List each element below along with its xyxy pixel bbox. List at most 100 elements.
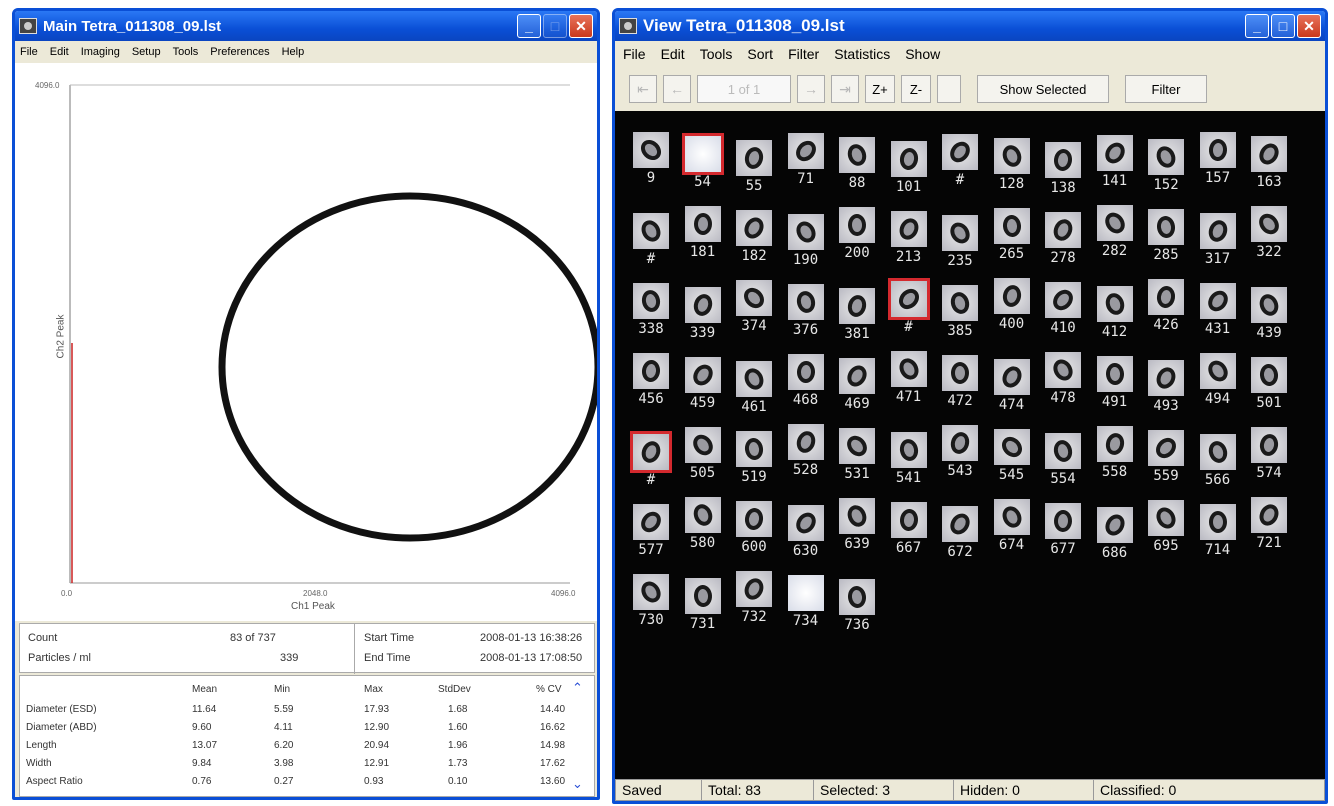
particle-image[interactable]: [993, 429, 1030, 465]
particle-thumbnail[interactable]: 695: [1144, 500, 1188, 554]
particle-image[interactable]: [1148, 430, 1184, 466]
particle-image[interactable]: [1096, 507, 1133, 543]
particle-thumbnail[interactable]: 531: [835, 428, 879, 482]
particle-thumbnail[interactable]: 468: [784, 354, 828, 408]
particle-thumbnail[interactable]: #: [629, 213, 673, 267]
menu-preferences[interactable]: Preferences: [210, 46, 269, 58]
particle-image[interactable]: [839, 358, 875, 394]
gate-region[interactable]: [218, 192, 597, 542]
particle-thumbnail[interactable]: 182: [732, 210, 776, 264]
particle-image[interactable]: [1096, 135, 1133, 171]
particle-image[interactable]: [736, 501, 772, 537]
particle-image[interactable]: [1199, 213, 1236, 249]
particle-image[interactable]: [942, 215, 978, 251]
particle-image[interactable]: [1096, 356, 1133, 392]
particle-thumbnail[interactable]: 235: [938, 215, 982, 269]
particle-thumbnail[interactable]: 101: [887, 141, 931, 195]
particle-image[interactable]: [1045, 142, 1081, 178]
particle-thumbnail[interactable]: 736: [835, 579, 879, 633]
menu-tools[interactable]: Tools: [700, 46, 733, 62]
particle-image[interactable]: [1251, 357, 1287, 393]
first-page-icon[interactable]: ⇤: [629, 75, 657, 103]
particle-image[interactable]: [681, 133, 724, 175]
particle-thumbnail[interactable]: 459: [681, 357, 725, 411]
particle-image[interactable]: [1045, 282, 1081, 318]
particle-thumbnail[interactable]: 472: [938, 355, 982, 409]
zoom-out-button[interactable]: Z-: [901, 75, 931, 103]
particle-image[interactable]: [1096, 426, 1133, 462]
particle-image[interactable]: [839, 288, 875, 324]
particle-image[interactable]: [993, 138, 1030, 174]
particle-image[interactable]: [787, 133, 824, 169]
particle-image[interactable]: [839, 137, 875, 173]
particle-image[interactable]: [1045, 212, 1081, 248]
particle-image[interactable]: [839, 207, 875, 243]
particle-image[interactable]: [787, 354, 824, 390]
particle-thumbnail[interactable]: 431: [1196, 283, 1240, 337]
particle-image[interactable]: [942, 285, 978, 321]
particle-thumbnail[interactable]: 491: [1093, 356, 1137, 410]
particle-thumbnail[interactable]: 505: [681, 427, 725, 481]
particle-thumbnail[interactable]: 731: [681, 578, 725, 632]
particle-thumbnail[interactable]: 374: [732, 280, 776, 334]
particle-thumbnail[interactable]: 278: [1041, 212, 1085, 266]
zoom-in-button[interactable]: Z+: [865, 75, 895, 103]
menu-show[interactable]: Show: [905, 46, 940, 62]
prev-page-icon[interactable]: ←: [663, 75, 691, 103]
particle-image[interactable]: [1045, 352, 1081, 388]
particle-image[interactable]: [787, 284, 824, 320]
particle-thumbnail[interactable]: 494: [1196, 353, 1240, 407]
particle-thumbnail[interactable]: 181: [681, 206, 725, 260]
particle-thumbnail[interactable]: 163: [1247, 136, 1291, 190]
statistics-table[interactable]: Mean Min Max StdDev % CV ⌃ Diameter (ESD…: [19, 675, 595, 797]
particle-thumbnail[interactable]: 471: [887, 351, 931, 405]
particle-image[interactable]: [1096, 205, 1133, 241]
particle-thumbnail[interactable]: 55: [732, 140, 776, 194]
particle-image[interactable]: [993, 499, 1030, 535]
particle-thumbnail[interactable]: 400: [990, 278, 1034, 332]
menu-edit[interactable]: Edit: [50, 46, 69, 58]
particle-image[interactable]: [1199, 504, 1236, 540]
particle-thumbnail[interactable]: 600: [732, 501, 776, 555]
particle-image[interactable]: [1148, 209, 1184, 245]
particle-image[interactable]: [993, 359, 1030, 395]
menu-setup[interactable]: Setup: [132, 46, 161, 58]
particle-thumbnail[interactable]: 138: [1041, 142, 1085, 196]
particle-image[interactable]: [942, 425, 978, 461]
menu-statistics[interactable]: Statistics: [834, 46, 890, 62]
particle-thumbnail[interactable]: 71: [784, 133, 828, 187]
particle-thumbnail[interactable]: 554: [1041, 433, 1085, 487]
particle-image[interactable]: [942, 134, 978, 170]
particle-thumbnail[interactable]: 157: [1196, 132, 1240, 186]
particle-thumbnail[interactable]: 88: [835, 137, 879, 191]
particle-image[interactable]: [890, 211, 927, 247]
particle-thumbnail[interactable]: 558: [1093, 426, 1137, 480]
particle-thumbnail[interactable]: 566: [1196, 434, 1240, 488]
menu-sort[interactable]: Sort: [747, 46, 773, 62]
particle-image[interactable]: [633, 132, 669, 168]
particle-thumbnail[interactable]: 285: [1144, 209, 1188, 263]
particle-image[interactable]: [1045, 503, 1081, 539]
particle-thumbnail[interactable]: 376: [784, 284, 828, 338]
particle-thumbnail[interactable]: #: [938, 134, 982, 188]
particle-image[interactable]: [684, 497, 721, 533]
particle-image[interactable]: [890, 502, 927, 538]
particle-thumbnail[interactable]: 714: [1196, 504, 1240, 558]
particle-image[interactable]: [839, 579, 875, 615]
particle-thumbnail[interactable]: 686: [1093, 507, 1137, 561]
particle-thumbnail[interactable]: 213: [887, 211, 931, 265]
scroll-down-icon[interactable]: ⌄: [572, 776, 583, 792]
particle-image[interactable]: [787, 424, 824, 460]
particle-image[interactable]: [684, 578, 721, 614]
particle-thumbnail[interactable]: 322: [1247, 206, 1291, 260]
particle-image[interactable]: [684, 206, 721, 242]
particle-gallery[interactable]: 9 54 55 71 88 101 #128 138 141 152 157 163 #181 182 19…: [615, 111, 1325, 779]
maximize-button[interactable]: □: [1271, 14, 1295, 38]
menu-imaging[interactable]: Imaging: [81, 46, 120, 58]
particle-image[interactable]: [633, 283, 669, 319]
particle-image[interactable]: [1251, 206, 1287, 242]
particle-image[interactable]: [633, 213, 669, 249]
particle-thumbnail[interactable]: 317: [1196, 213, 1240, 267]
particle-image[interactable]: [736, 361, 772, 397]
particle-image[interactable]: [1148, 360, 1184, 396]
